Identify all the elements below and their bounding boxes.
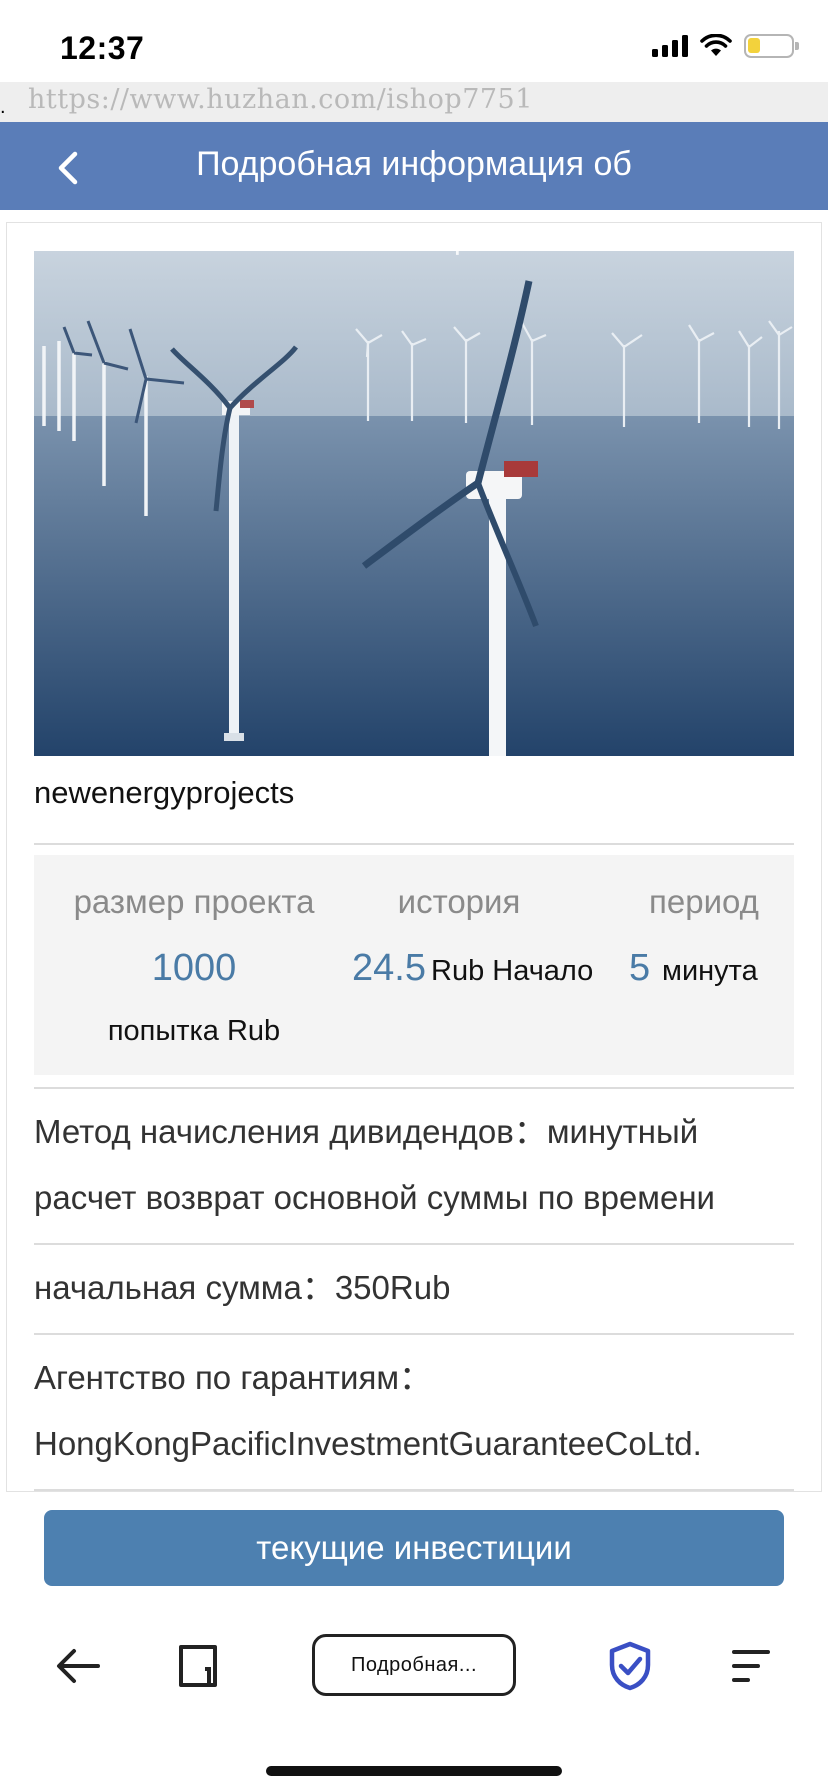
invest-button[interactable]: текущие инвестиции xyxy=(44,1510,784,1586)
status-icons xyxy=(652,34,799,58)
project-stats: размер проекта 1000 попытка Rub история … xyxy=(34,855,794,1075)
menu-icon xyxy=(732,1650,770,1682)
cellular-signal-icon xyxy=(652,35,688,57)
period-label: период xyxy=(649,883,759,920)
divider xyxy=(34,1333,794,1335)
wifi-icon xyxy=(700,34,732,56)
url-watermark: https://www.huzhan.com/ishop7751 xyxy=(28,84,533,115)
project-name: newenergyprojects xyxy=(34,775,295,810)
guarantee-agency: Агентство по гарантиям： HongKongPacificI… xyxy=(34,1345,794,1477)
tabs-button[interactable] xyxy=(158,1626,238,1706)
investment-detail-card: инвестициях newenergyprojects размер про… xyxy=(6,222,822,1492)
current-tab-pill[interactable]: Подробная... xyxy=(312,1634,516,1696)
size-unit: попытка Rub xyxy=(107,1015,281,1047)
history-value: 24.5 xyxy=(352,947,426,989)
project-image xyxy=(34,251,794,756)
page-header: Подробная информация об xyxy=(0,122,828,210)
page-title: Подробная информация об xyxy=(196,145,632,183)
security-shield-button[interactable] xyxy=(590,1626,670,1706)
wind-turbines-image xyxy=(34,251,794,756)
history-unit: Rub Начало xyxy=(431,955,594,987)
home-indicator xyxy=(266,1766,562,1776)
size-value: 1000 xyxy=(151,947,237,989)
guarantee-agency-name: HongKongPacificInvestmentGuaranteeCoLtd. xyxy=(34,1425,702,1462)
battery-icon xyxy=(744,34,799,58)
arrow-left-icon xyxy=(57,1649,100,1683)
dividend-method-line2: расчет возврат основной суммы по времени xyxy=(34,1179,715,1216)
action-area: текущие инвестиции xyxy=(0,1492,828,1588)
shield-check-icon xyxy=(609,1641,651,1691)
start-amount: начальная сумма：350Rub xyxy=(34,1269,451,1306)
url-watermark-strip: . https://www.huzhan.com/ishop7751 xyxy=(0,82,828,122)
guarantee-agency-label: Агентство по гарантиям： xyxy=(34,1359,433,1396)
status-time: 12:37 xyxy=(60,30,145,66)
size-label: размер проекта xyxy=(73,883,315,920)
browser-toolbar: Подробная... xyxy=(0,1588,828,1792)
back-button[interactable] xyxy=(40,140,96,196)
tabs-icon xyxy=(179,1645,217,1687)
url-dot: . xyxy=(0,96,6,118)
period-unit: минута xyxy=(662,955,758,987)
divider xyxy=(34,1087,794,1089)
history-label: история xyxy=(397,883,521,920)
dividend-method-line1: Метод начисления дивидендов：минутный xyxy=(34,1113,699,1150)
browser-back-button[interactable] xyxy=(38,1626,118,1706)
battery-level xyxy=(748,38,760,53)
divider xyxy=(34,1243,794,1245)
period-value: 5 xyxy=(629,947,651,989)
chevron-left-icon xyxy=(58,151,78,185)
divider xyxy=(34,843,794,845)
divider xyxy=(34,1489,794,1491)
menu-button[interactable] xyxy=(710,1626,790,1706)
dividend-method: Метод начисления дивидендов：минутный рас… xyxy=(34,1099,794,1231)
